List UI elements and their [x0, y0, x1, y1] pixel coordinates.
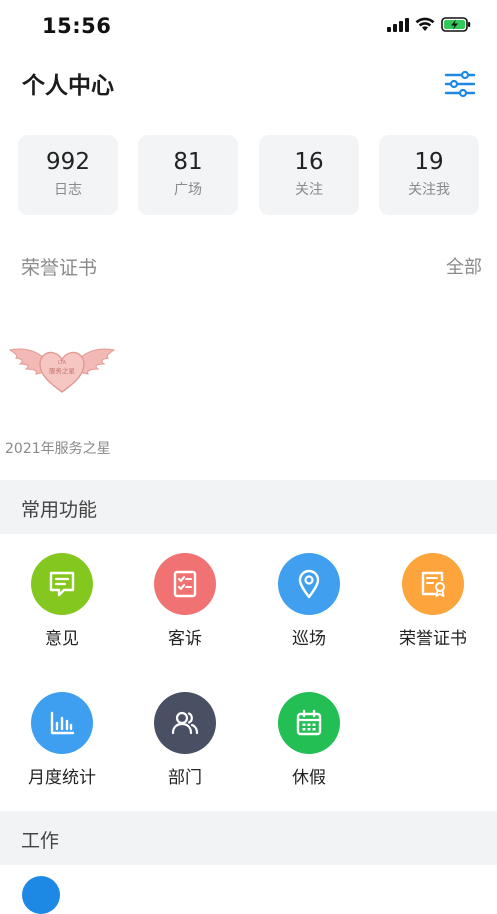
bar-chart-icon [31, 692, 93, 754]
filter-settings-button[interactable] [444, 70, 476, 98]
stat-card-followers[interactable]: 19 关注我 [379, 135, 479, 215]
sliders-icon [444, 70, 476, 98]
header: 个人中心 [0, 60, 497, 106]
section-title: 工作 [21, 830, 60, 852]
stat-card-logs[interactable]: 992 日志 [18, 135, 118, 215]
work-section-header: 工作 [0, 811, 497, 865]
stat-value: 992 [46, 149, 90, 175]
stat-card-plaza[interactable]: 81 广场 [138, 135, 238, 215]
function-leave[interactable]: 休假 [254, 692, 364, 792]
svg-text:服务之星: 服务之星 [49, 366, 76, 375]
function-label: 部门 [168, 768, 202, 788]
function-honor-certificate[interactable]: 荣誉证书 [378, 553, 488, 653]
function-label: 荣誉证书 [399, 629, 467, 649]
calendar-icon [278, 692, 340, 754]
honor-section-header: 荣誉证书 全部 [0, 248, 497, 282]
wifi-icon [415, 17, 435, 31]
section-title: 常用功能 [21, 499, 98, 521]
svg-text:LTA: LTA [58, 360, 67, 366]
function-label: 意见 [45, 629, 79, 649]
stat-label: 日志 [54, 182, 82, 198]
honor-section-title: 荣誉证书 [21, 257, 98, 279]
battery-charging-icon [441, 17, 471, 32]
stat-label: 关注 [295, 182, 323, 198]
function-patrol[interactable]: 巡场 [254, 553, 364, 653]
stat-label: 广场 [174, 182, 202, 198]
people-icon [154, 692, 216, 754]
status-bar: 15:56 [0, 0, 497, 54]
service-star-badge[interactable]: LTA 服务之星 [8, 340, 116, 398]
stats-row: 992 日志 81 广场 16 关注 19 关注我 [18, 135, 482, 215]
function-department[interactable]: 部门 [130, 692, 240, 792]
function-label: 巡场 [292, 629, 326, 649]
function-label: 客诉 [168, 629, 202, 649]
badge-caption: 2021年服务之星 [5, 441, 111, 457]
page-title: 个人中心 [22, 73, 114, 99]
checklist-icon [154, 553, 216, 615]
status-icons [387, 17, 471, 32]
status-time: 15:56 [42, 14, 112, 38]
work-item-icon[interactable] [22, 876, 60, 914]
location-pin-icon [278, 553, 340, 615]
function-label: 休假 [292, 768, 326, 788]
message-icon [31, 553, 93, 615]
function-monthly-stats[interactable]: 月度统计 [7, 692, 117, 792]
stat-card-following[interactable]: 16 关注 [259, 135, 359, 215]
certificate-icon [402, 553, 464, 615]
function-feedback[interactable]: 意见 [7, 553, 117, 653]
stat-value: 19 [414, 149, 444, 175]
winged-heart-badge-icon: LTA 服务之星 [8, 348, 116, 393]
view-all-link[interactable]: 全部 [446, 253, 482, 279]
cellular-signal-icon [387, 17, 409, 32]
stat-label: 关注我 [408, 182, 450, 198]
common-functions-header: 常用功能 [0, 480, 497, 534]
function-complaint[interactable]: 客诉 [130, 553, 240, 653]
stat-value: 16 [294, 149, 324, 175]
function-label: 月度统计 [28, 768, 96, 788]
stat-value: 81 [173, 149, 203, 175]
